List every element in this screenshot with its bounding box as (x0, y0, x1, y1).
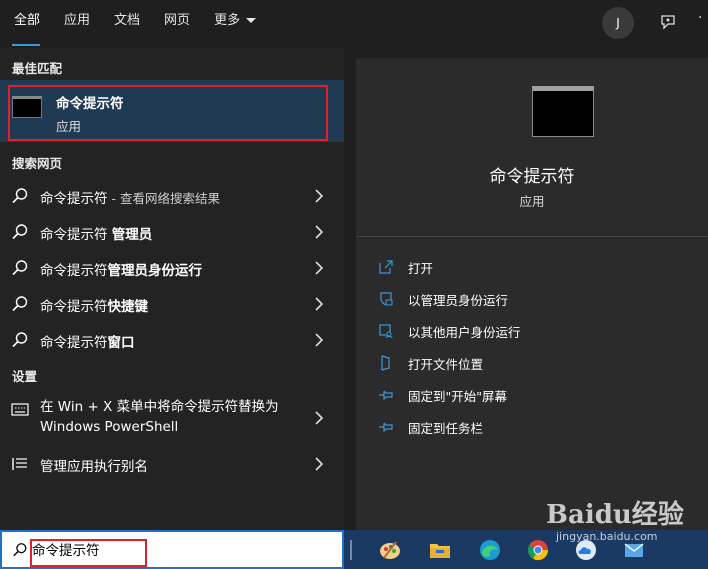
section-settings: 设置 (12, 369, 38, 384)
web-result-text: 命令提示符快捷键 (40, 299, 148, 315)
web-result-item[interactable]: 命令提示符 管理员 (0, 214, 344, 250)
filter-bar: 全部 应用 文档 网页 更多 J · (0, 0, 708, 48)
tab-label: 更多 (214, 13, 241, 28)
pin-icon (379, 390, 393, 401)
preview-subtitle: 应用 (519, 194, 545, 209)
tab-web[interactable]: 网页 (152, 0, 202, 48)
keyboard-icon (11, 403, 29, 416)
settings-result-text: 在 Win + X 菜单中将命令提示符替换为 Windows PowerShel… (40, 399, 279, 435)
search-icon (13, 543, 27, 557)
chevron-right-icon (315, 225, 324, 239)
chevron-right-icon (315, 297, 324, 311)
web-result-text: 命令提示符管理员身份运行 (40, 263, 202, 279)
settings-result-item[interactable]: 管理应用执行别名 (0, 446, 344, 482)
tab-all[interactable]: 全部 (0, 0, 52, 48)
chevron-right-icon (315, 411, 324, 425)
annotation-box (30, 539, 147, 567)
settings-result-text: 管理应用执行别名 (40, 459, 148, 475)
feedback-icon[interactable] (658, 12, 680, 34)
web-result-text: 命令提示符窗口 (40, 335, 135, 351)
paint-icon[interactable] (378, 538, 402, 562)
watermark-brand: Baidu经验 (546, 500, 684, 530)
action-label: 固定到"开始"屏幕 (408, 389, 507, 404)
user-icon (379, 324, 393, 339)
folder-icon[interactable] (428, 538, 452, 562)
web-result-item[interactable]: 命令提示符 - 查看网络搜索结果 (0, 178, 344, 214)
tab-more[interactable]: 更多 (202, 0, 268, 48)
chevron-right-icon (315, 261, 324, 275)
action-label: 以其他用户身份运行 (408, 325, 521, 340)
folder-location-icon (381, 355, 390, 371)
action-label: 打开文件位置 (408, 357, 484, 372)
taskbar-divider (350, 540, 352, 560)
search-icon (12, 332, 28, 348)
search-icon (12, 224, 28, 240)
chevron-right-icon (315, 189, 324, 203)
watermark-url: jingyan.baidu.com (556, 530, 658, 543)
web-result-item[interactable]: 命令提示符管理员身份运行 (0, 250, 344, 286)
more-options-icon[interactable]: · (698, 10, 702, 26)
preview-title: 命令提示符 (489, 167, 575, 187)
web-result-text: 命令提示符 管理员 (40, 227, 153, 243)
settings-result-item[interactable]: 在 Win + X 菜单中将命令提示符替换为 Windows PowerShel… (0, 394, 344, 442)
search-icon (12, 296, 28, 312)
tab-label: 应用 (64, 13, 91, 28)
list-icon (12, 458, 27, 470)
action-label: 打开 (408, 261, 434, 276)
web-result-text: 命令提示符 - 查看网络搜索结果 (40, 191, 220, 207)
shield-icon (380, 292, 393, 306)
chevron-right-icon (315, 333, 324, 347)
search-icon (12, 260, 28, 276)
watermark-logo: Baidu经验 jingyan.baidu.com (536, 488, 706, 552)
tab-documents[interactable]: 文档 (102, 0, 152, 48)
section-best-match: 最佳匹配 (12, 61, 63, 76)
web-result-item[interactable]: 命令提示符快捷键 (0, 286, 344, 322)
open-icon (379, 260, 393, 274)
terminal-icon (532, 86, 594, 137)
edge-icon[interactable] (478, 538, 502, 562)
action-label: 以管理员身份运行 (408, 293, 509, 308)
chevron-right-icon (315, 457, 324, 471)
avatar[interactable]: J (602, 7, 634, 39)
preview-panel: 命令提示符 应用 打开 以管理员身份运行 以其他用户身份运行 打开文件位置 固定… (356, 58, 708, 530)
action-label: 固定到任务栏 (408, 421, 484, 436)
tab-label: 文档 (114, 13, 141, 28)
pin-icon (379, 422, 393, 433)
tab-label: 全部 (14, 13, 41, 28)
search-icon (12, 188, 28, 204)
annotation-box (8, 85, 328, 141)
tab-label: 网页 (164, 13, 191, 28)
divider (356, 236, 708, 237)
chevron-down-icon (246, 18, 257, 23)
web-result-item[interactable]: 命令提示符窗口 (0, 322, 344, 358)
tab-list: 全部 应用 文档 网页 更多 (0, 0, 268, 48)
section-web: 搜索网页 (12, 156, 63, 171)
tab-apps[interactable]: 应用 (52, 0, 102, 48)
results-panel: 最佳匹配 命令提示符 应用 搜索网页 命令提示符 - 查看网络搜索结果 命令提示… (0, 48, 344, 530)
